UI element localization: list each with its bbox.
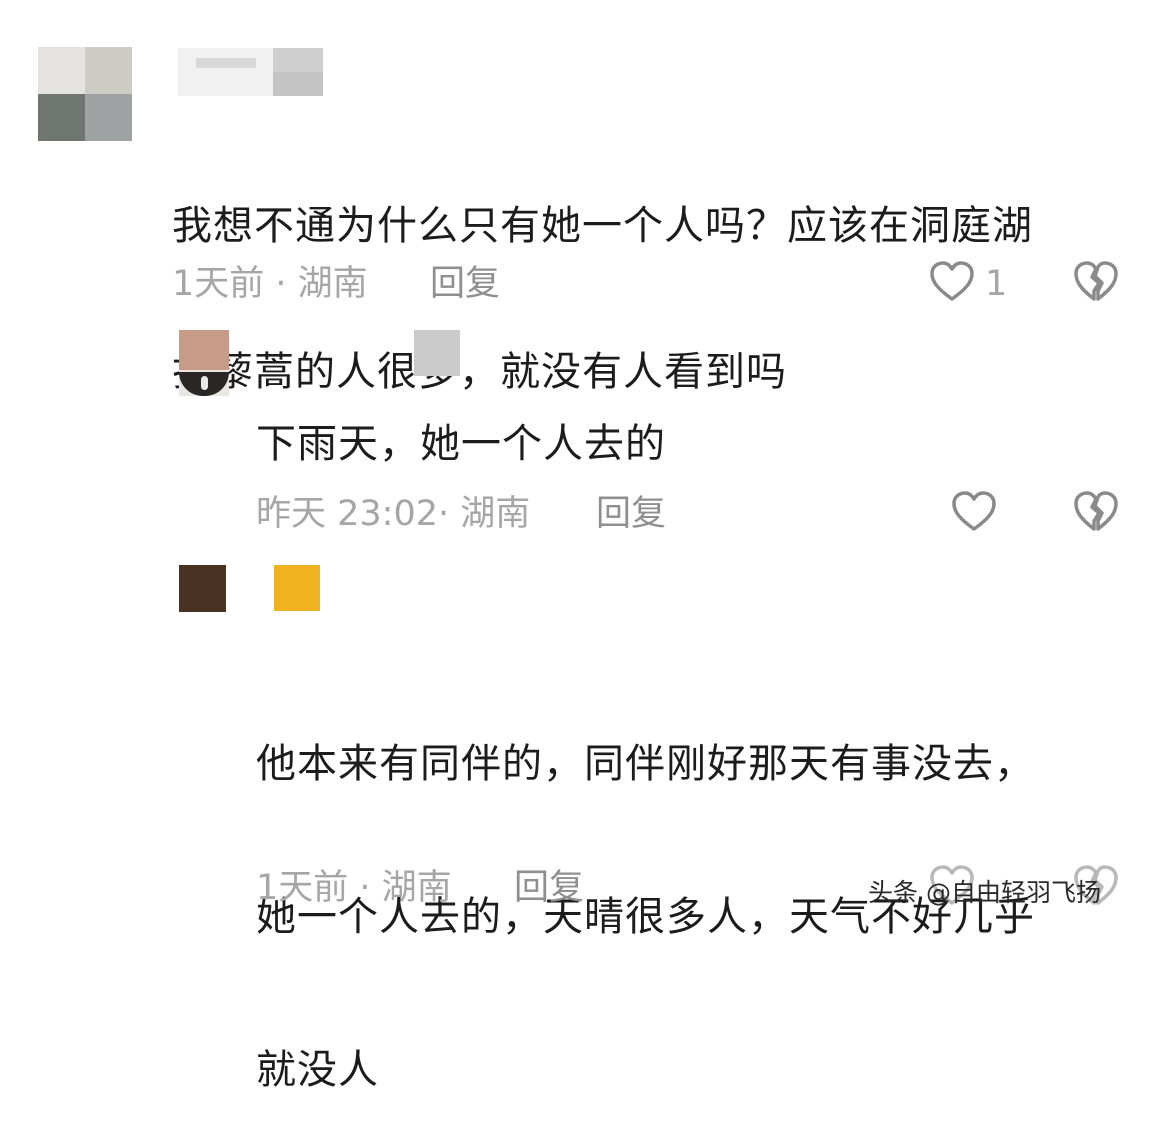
commenter-username[interactable] — [178, 48, 323, 96]
reply1-meta: 昨天 23:02· 湖南 — [256, 494, 531, 534]
heart-outline-icon[interactable] — [950, 488, 998, 536]
reply2-username[interactable] — [274, 565, 320, 611]
like-count: 1 — [985, 264, 1008, 304]
reply1-username[interactable] — [414, 330, 460, 376]
comment-meta: 1天前 · 湖南 — [172, 264, 368, 304]
commenter-avatar[interactable] — [38, 47, 132, 141]
reply2-avatar[interactable] — [179, 565, 226, 612]
reply2-reply-button[interactable]: 回复 — [514, 868, 584, 908]
heart-outline-icon[interactable] — [928, 258, 976, 306]
comment-text-line: 我想不通为什么只有她一个人吗？应该在洞庭湖 — [172, 203, 1033, 249]
broken-heart-icon[interactable] — [1072, 488, 1120, 536]
comment-text-line: 打藜蒿的人很多，就没有人看到吗 — [172, 349, 787, 395]
broken-heart-icon[interactable] — [1072, 258, 1120, 306]
reply1-reply-button[interactable]: 回复 — [596, 494, 666, 534]
reply2-text-line: 就没人 — [256, 1047, 379, 1093]
reply2-meta: 1天前 · 湖南 — [256, 868, 452, 908]
watermark: 头条 @自由轻羽飞扬 — [868, 878, 1101, 907]
reply1-text: 下雨天，她一个人去的 — [256, 421, 666, 467]
reply2-text-line: 他本来有同伴的，同伴刚好那天有事没去， — [256, 741, 1035, 787]
reply1-avatar[interactable] — [179, 330, 229, 396]
comment-reply-button[interactable]: 回复 — [430, 264, 500, 304]
